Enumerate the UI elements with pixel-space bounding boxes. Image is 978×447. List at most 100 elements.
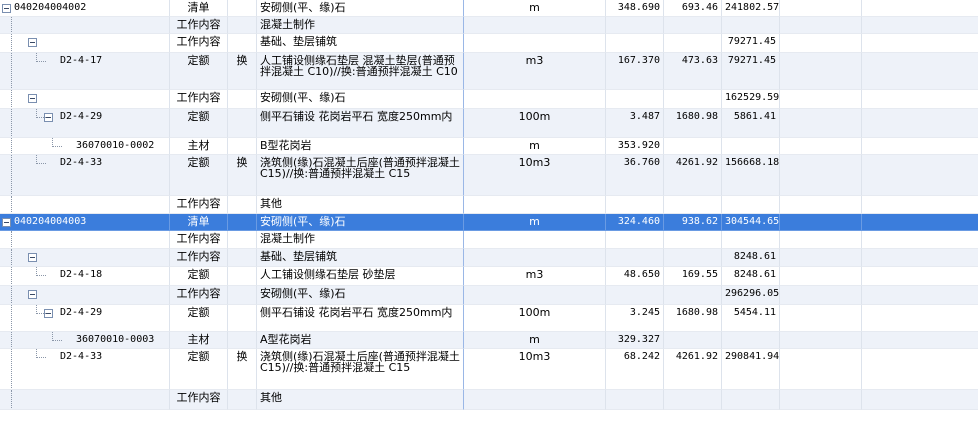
total-cell[interactable]: 5861.41: [722, 109, 780, 138]
code-cell[interactable]: D2-4-33: [0, 155, 170, 196]
collapse-toggle-icon[interactable]: [28, 290, 37, 299]
type-cell[interactable]: 主材: [170, 332, 228, 349]
table-row[interactable]: D2-4-33 定额换浇筑侧(缘)石混凝土后座(普通预拌混凝土 C15)//换:普…: [0, 155, 978, 196]
empty-cell[interactable]: [862, 286, 978, 305]
collapse-toggle-icon[interactable]: [2, 4, 11, 13]
name-cell[interactable]: 混凝土制作: [257, 17, 464, 34]
total-cell[interactable]: 162529.59: [722, 90, 780, 109]
quantity-cell[interactable]: [606, 286, 664, 305]
code-cell[interactable]: 36070010-0003: [0, 332, 170, 349]
unit-price-cell[interactable]: [664, 196, 722, 214]
unit-price-cell[interactable]: [664, 249, 722, 267]
quantity-cell[interactable]: [606, 196, 664, 214]
total-cell[interactable]: 8248.61: [722, 249, 780, 267]
quantity-cell[interactable]: [606, 17, 664, 34]
type-cell[interactable]: 工作内容: [170, 90, 228, 109]
name-cell[interactable]: 人工铺设侧缘石垫层 混凝土垫层(普通预拌混凝土 C10)//换:普通预拌混凝土 …: [257, 53, 464, 90]
unit-price-cell[interactable]: 1680.98: [664, 305, 722, 332]
table-row[interactable]: 040204004003 清单 安砌侧(平、缘)石 m 324.460 938.62 304…: [0, 214, 978, 231]
unit-cell[interactable]: 100m: [464, 109, 606, 138]
table-row[interactable]: 工作内容 混凝土制作: [0, 17, 978, 34]
type-cell[interactable]: 定额: [170, 109, 228, 138]
empty-cell[interactable]: [780, 249, 862, 267]
type-cell[interactable]: 清单: [170, 214, 228, 231]
unit-price-cell[interactable]: [664, 332, 722, 349]
empty-cell[interactable]: [862, 214, 978, 231]
replace-mark-cell[interactable]: 换: [228, 53, 257, 90]
name-cell[interactable]: 混凝土制作: [257, 231, 464, 249]
empty-cell[interactable]: [780, 90, 862, 109]
total-cell[interactable]: 79271.45: [722, 34, 780, 53]
name-cell[interactable]: 基础、垫层铺筑: [257, 249, 464, 267]
total-cell[interactable]: 5454.11: [722, 305, 780, 332]
type-cell[interactable]: 定额: [170, 53, 228, 90]
unit-cell[interactable]: 10m3: [464, 155, 606, 196]
quantity-cell[interactable]: 3.487: [606, 109, 664, 138]
type-cell[interactable]: 工作内容: [170, 196, 228, 214]
type-cell[interactable]: 清单: [170, 0, 228, 17]
code-cell[interactable]: D2-4-18: [0, 267, 170, 286]
name-cell[interactable]: 安砌侧(平、缘)石: [257, 90, 464, 109]
quantity-cell[interactable]: [606, 34, 664, 53]
replace-mark-cell[interactable]: [228, 267, 257, 286]
empty-cell[interactable]: [862, 332, 978, 349]
table-row[interactable]: 工作内容 基础、垫层铺筑 8248.61: [0, 249, 978, 267]
type-cell[interactable]: 定额: [170, 155, 228, 196]
table-row[interactable]: 工作内容 安砌侧(平、缘)石 296296.05: [0, 286, 978, 305]
total-cell[interactable]: 8248.61: [722, 267, 780, 286]
quantity-cell[interactable]: 329.327: [606, 332, 664, 349]
table-row[interactable]: 工作内容 安砌侧(平、缘)石 162529.59: [0, 90, 978, 109]
table-row[interactable]: 工作内容 混凝土制作: [0, 231, 978, 249]
name-cell[interactable]: 浇筑侧(缘)石混凝土后座(普通预拌混凝土 C15)//换:普通预拌混凝土 C15: [257, 349, 464, 390]
empty-cell[interactable]: [780, 196, 862, 214]
code-cell[interactable]: 040204004003: [0, 214, 170, 231]
unit-cell[interactable]: [464, 390, 606, 410]
collapse-toggle-icon[interactable]: [28, 38, 37, 47]
name-cell[interactable]: 安砌侧(平、缘)石: [257, 214, 464, 231]
unit-price-cell[interactable]: 938.62: [664, 214, 722, 231]
code-cell[interactable]: [0, 196, 170, 214]
empty-cell[interactable]: [780, 332, 862, 349]
collapse-toggle-icon[interactable]: [28, 253, 37, 262]
replace-mark-cell[interactable]: [228, 286, 257, 305]
empty-cell[interactable]: [862, 138, 978, 155]
empty-cell[interactable]: [862, 390, 978, 410]
name-cell[interactable]: 浇筑侧(缘)石混凝土后座(普通预拌混凝土 C15)//换:普通预拌混凝土 C15: [257, 155, 464, 196]
name-cell[interactable]: 其他: [257, 196, 464, 214]
replace-mark-cell[interactable]: [228, 214, 257, 231]
unit-cell[interactable]: [464, 231, 606, 249]
replace-mark-cell[interactable]: [228, 249, 257, 267]
empty-cell[interactable]: [780, 286, 862, 305]
total-cell[interactable]: [722, 17, 780, 34]
total-cell[interactable]: 290841.94: [722, 349, 780, 390]
quantity-cell[interactable]: 324.460: [606, 214, 664, 231]
name-cell[interactable]: 人工铺设侧缘石垫层 砂垫层: [257, 267, 464, 286]
table-row[interactable]: D2-4-33 定额换浇筑侧(缘)石混凝土后座(普通预拌混凝土 C15)//换:普…: [0, 349, 978, 390]
table-row[interactable]: D2-4-29 定额 侧平石铺设 花岗岩平石 宽度250mm内 100m 3.487 16…: [0, 109, 978, 138]
total-cell[interactable]: [722, 138, 780, 155]
total-cell[interactable]: [722, 196, 780, 214]
empty-cell[interactable]: [780, 305, 862, 332]
replace-mark-cell[interactable]: [228, 196, 257, 214]
empty-cell[interactable]: [780, 231, 862, 249]
name-cell[interactable]: 其他: [257, 390, 464, 410]
total-cell[interactable]: 79271.45: [722, 53, 780, 90]
unit-cell[interactable]: m3: [464, 267, 606, 286]
table-row[interactable]: 工作内容 其他: [0, 196, 978, 214]
empty-cell[interactable]: [780, 349, 862, 390]
name-cell[interactable]: 基础、垫层铺筑: [257, 34, 464, 53]
unit-price-cell[interactable]: 473.63: [664, 53, 722, 90]
unit-price-cell[interactable]: [664, 390, 722, 410]
code-cell[interactable]: [0, 286, 170, 305]
unit-price-cell[interactable]: 4261.92: [664, 349, 722, 390]
replace-mark-cell[interactable]: [228, 305, 257, 332]
unit-cell[interactable]: m3: [464, 53, 606, 90]
empty-cell[interactable]: [862, 0, 978, 17]
code-cell[interactable]: [0, 231, 170, 249]
name-cell[interactable]: 安砌侧(平、缘)石: [257, 0, 464, 17]
quantity-cell[interactable]: 68.242: [606, 349, 664, 390]
unit-price-cell[interactable]: 4261.92: [664, 155, 722, 196]
unit-cell[interactable]: [464, 249, 606, 267]
unit-cell[interactable]: m: [464, 332, 606, 349]
empty-cell[interactable]: [862, 34, 978, 53]
